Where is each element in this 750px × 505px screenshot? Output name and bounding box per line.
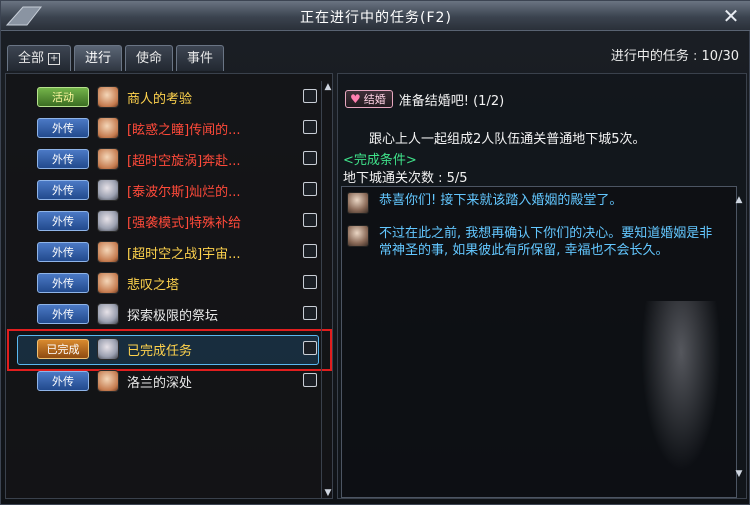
npc-portrait-icon [97,179,119,201]
tab-all[interactable]: 全部 + [7,45,72,71]
track-checkbox[interactable] [303,306,317,320]
side-story-badge: 外传 [37,242,89,262]
expand-icon: + [48,52,61,65]
track-checkbox[interactable] [303,120,317,134]
tab-mission-label: 使命 [136,51,163,66]
quest-row[interactable]: 外传 [泰波尔斯]灿烂的... [5,176,323,204]
side-story-badge: 外传 [37,371,89,391]
marriage-badge: ♥ 结婚 [345,90,393,108]
track-checkbox[interactable] [303,182,317,196]
condition-value: 地下城通关次数 : 5/5 [343,171,468,186]
dialog-text: 不过在此之前, 我想再确认下你们的决心。要知道婚姻是非常神圣的事, 如果彼此有所… [379,226,713,258]
quest-name: 洛兰的深处 [127,375,193,391]
quest-row[interactable]: 外传 [眩惑之瞳]传闻的... [5,114,323,142]
track-checkbox[interactable] [303,89,317,103]
quest-name: 已完成任务 [127,343,193,359]
npc-portrait-icon [97,86,119,108]
quest-name: [泰波尔斯]灿烂的... [127,184,241,200]
quest-title-row: ♥ 结婚 准备结婚吧! (1/2) [345,89,504,109]
quest-list-scrollbar[interactable]: ▲ ▼ [321,81,333,499]
marriage-badge-label: 结婚 [363,93,386,106]
quest-row-selected[interactable]: 已完成 已完成任务 [5,335,323,363]
npc-portrait-icon [97,338,119,360]
tab-in-progress-label: 进行 [85,51,112,66]
quest-row[interactable]: 活动 商人的考验 [5,83,323,111]
heart-icon: ♥ [350,92,361,106]
scroll-down-icon[interactable]: ▼ [733,468,745,480]
quest-row[interactable]: 外传 探索极限的祭坛 [5,300,323,328]
side-story-badge: 外传 [37,118,89,138]
scroll-up-icon[interactable]: ▲ [733,194,745,206]
npc-portrait-icon [97,210,119,232]
title-bar[interactable]: 正在进行中的任务(F2) ✕ [1,1,750,31]
dialog-line: 恭喜你们! 接下来就该踏入婚姻的殿堂了。 [347,192,724,214]
quest-name: 探索极限的祭坛 [127,308,219,324]
tab-event-label: 事件 [187,51,214,66]
quest-name: 悲叹之塔 [127,277,180,293]
scroll-down-icon[interactable]: ▼ [322,487,334,499]
dialog-line: 不过在此之前, 我想再确认下你们的决心。要知道婚姻是非常神圣的事, 如果彼此有所… [347,225,724,259]
side-story-badge: 外传 [37,180,89,200]
progress-label: 进行中的任务 [610,49,689,64]
quest-name: [强袭模式]特殊补给 [127,215,242,231]
quest-tabs: 全部 + 进行 使命 事件 [7,45,225,71]
quest-name: 商人的考验 [127,91,193,107]
quest-row[interactable]: 外传 洛兰的深处 [5,367,323,395]
side-story-badge: 外传 [37,304,89,324]
event-badge: 活动 [37,87,89,107]
tab-all-label: 全部 [18,51,45,66]
track-checkbox[interactable] [303,373,317,387]
background-character-figure [641,301,721,471]
quest-name: [超时空旋涡]奔赴... [127,153,241,169]
scroll-up-icon[interactable]: ▲ [322,81,334,93]
tab-mission[interactable]: 使命 [125,45,174,71]
npc-portrait-icon [97,370,119,392]
quest-row[interactable]: 外传 [超时空之战]宇宙... [5,238,323,266]
quest-name: [超时空之战]宇宙... [127,246,241,262]
npc-portrait-icon [97,303,119,325]
track-checkbox[interactable] [303,213,317,227]
side-story-badge: 外传 [37,273,89,293]
track-checkbox[interactable] [303,244,317,258]
completed-badge: 已完成 [37,339,89,359]
close-icon[interactable]: ✕ [719,4,743,28]
window-title: 正在进行中的任务(F2) [300,10,452,26]
dialog-text: 恭喜你们! 接下来就该踏入婚姻的殿堂了。 [379,193,623,208]
npc-portrait-icon [97,148,119,170]
side-story-badge: 外传 [37,149,89,169]
track-checkbox[interactable] [303,151,317,165]
quest-row[interactable]: 外传 悲叹之塔 [5,269,323,297]
quest-description: 跟心上人一起组成2人队伍通关普通地下城5次。 [369,132,646,147]
tab-in-progress[interactable]: 进行 [74,45,123,71]
track-checkbox[interactable] [303,341,317,355]
track-checkbox[interactable] [303,275,317,289]
npc-portrait-icon [97,272,119,294]
quest-name: [眩惑之瞳]传闻的... [127,122,241,138]
quest-window: 正在进行中的任务(F2) ✕ 全部 + 进行 使命 事件 进行中的任务 : 10… [0,0,750,505]
npc-avatar [347,225,369,247]
quest-row[interactable]: 外传 [超时空旋涡]奔赴... [5,145,323,173]
quest-progress: 进行中的任务 : 10/30 [610,49,739,64]
progress-count: 10/30 [701,49,739,64]
dialog-scrollbar[interactable]: ▲ ▼ [733,194,745,480]
npc-portrait-icon [97,241,119,263]
npc-avatar [347,192,369,214]
tab-event[interactable]: 事件 [176,45,225,71]
condition-label: <完成条件> [343,153,417,168]
quest-row[interactable]: 外传 [强袭模式]特殊补给 [5,207,323,235]
npc-portrait-icon [97,117,119,139]
side-story-badge: 外传 [37,211,89,231]
quest-title: 准备结婚吧! (1/2) [398,93,505,109]
